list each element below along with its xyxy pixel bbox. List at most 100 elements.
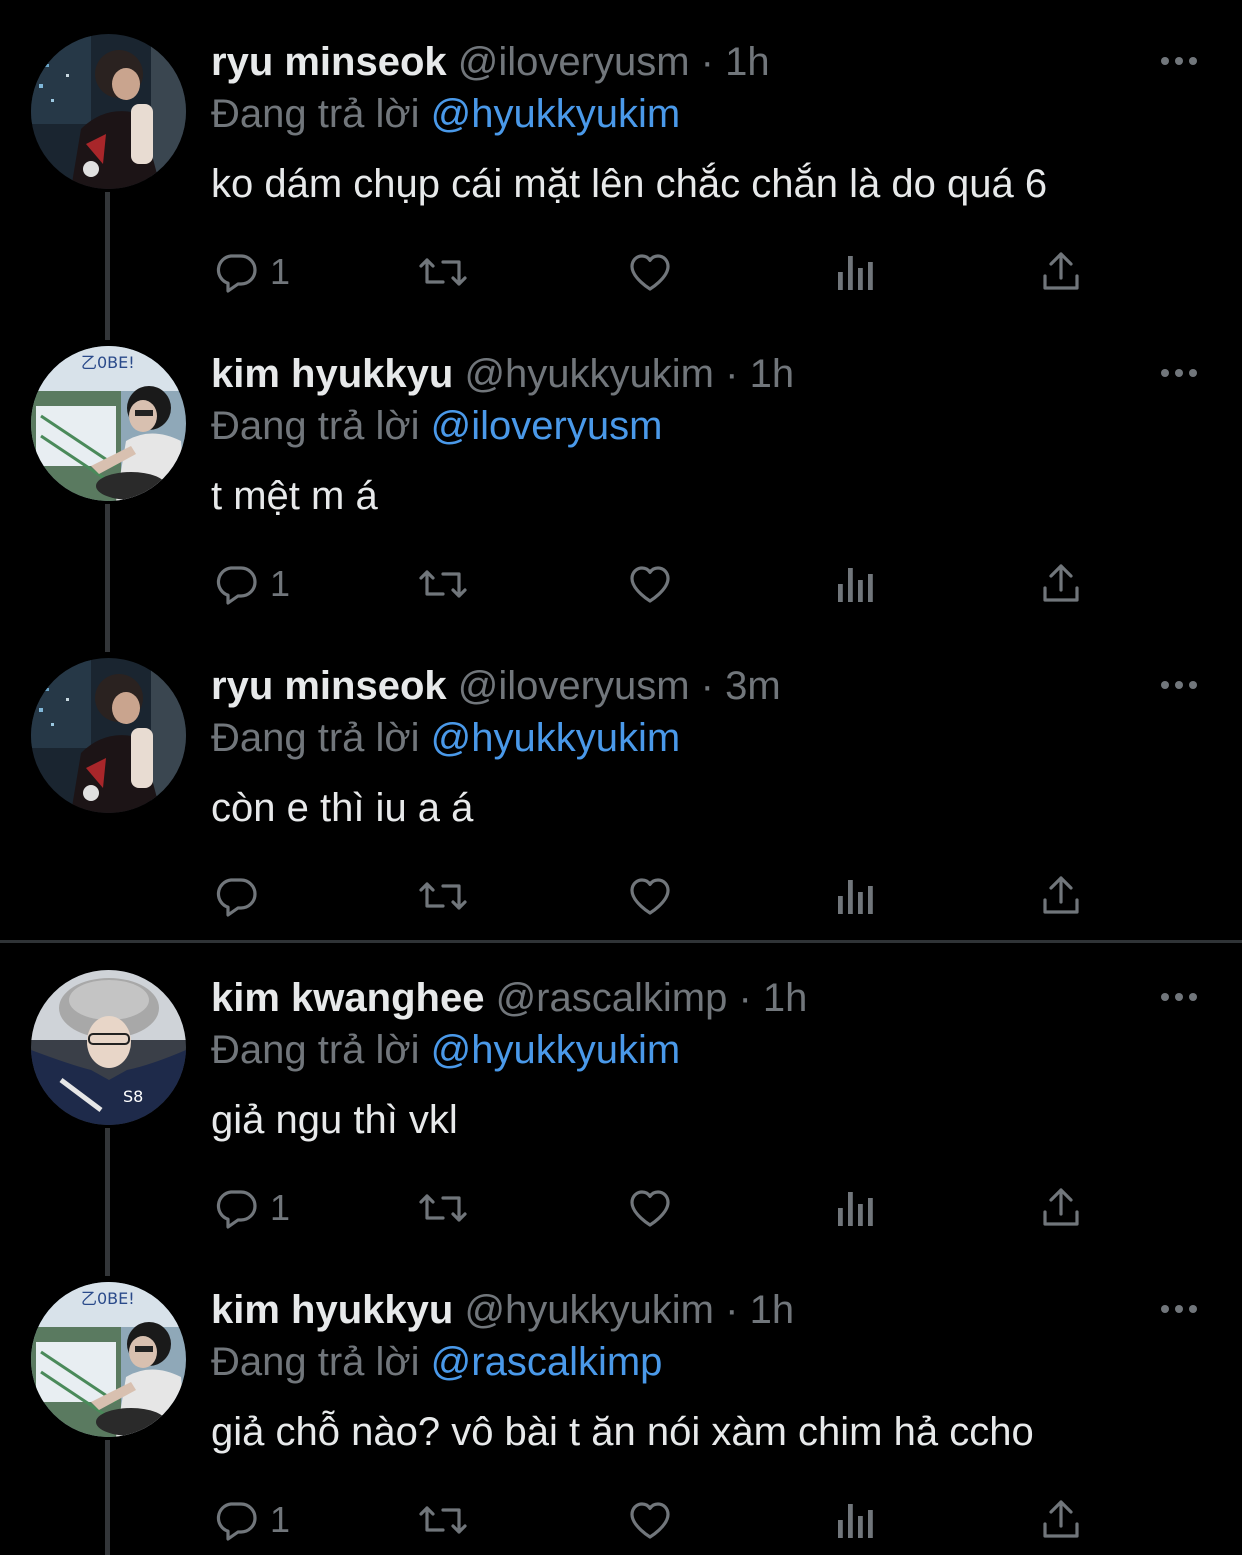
display-name[interactable]: kim hyukkyu [211, 352, 453, 396]
reply-button[interactable]: 1 [212, 244, 290, 300]
user-handle[interactable]: @hyukkyukim [464, 352, 714, 396]
reply-button[interactable] [212, 868, 270, 924]
reply-button[interactable]: 1 [212, 1180, 290, 1236]
replying-to: Đang trả lời @iloveryusm [211, 402, 662, 450]
views-bars-icon [834, 1184, 878, 1232]
timestamp[interactable]: 1h [725, 40, 770, 84]
tweet-text: giả chỗ nào? vô bài t ăn nói xàm chim hả… [211, 1410, 1034, 1454]
share-button[interactable] [1037, 244, 1085, 300]
replying-prefix: Đang trả lời [211, 92, 420, 136]
heart-icon [626, 1184, 674, 1232]
retweet-button[interactable] [415, 868, 471, 924]
share-button[interactable] [1037, 556, 1085, 612]
views-bars-icon [834, 872, 878, 920]
tweet[interactable]: 乙0BE! kim hyukkyu @hyukkyukim · 1h Đang … [0, 1248, 1242, 1555]
views-bars-icon [834, 1496, 878, 1544]
replying-prefix: Đang trả lời [211, 716, 420, 760]
retweet-button[interactable] [415, 244, 471, 300]
tweet[interactable]: ryu minseok @iloveryusm · 3m Đang trả lờ… [0, 624, 1242, 936]
like-button[interactable] [626, 868, 674, 924]
reply-button[interactable]: 1 [212, 556, 290, 612]
share-button[interactable] [1037, 1180, 1085, 1236]
views-button[interactable] [834, 556, 878, 612]
share-icon [1037, 248, 1085, 296]
replying-prefix: Đang trả lời [211, 1340, 420, 1384]
like-button[interactable] [626, 1492, 674, 1548]
heart-icon [626, 872, 674, 920]
conversation-thread: ryu minseok @iloveryusm · 1h Đang trả lờ… [0, 0, 1242, 1555]
mention-link[interactable]: @rascalkimp [431, 1340, 663, 1384]
mention-link[interactable]: @hyukkyukim [431, 1028, 681, 1072]
like-button[interactable] [626, 244, 674, 300]
mention-link[interactable]: @iloveryusm [431, 404, 663, 448]
tweet[interactable]: S8 kim kwanghee @rascalkimp · 1h Đang tr… [0, 936, 1242, 1248]
reply-bubble-icon [212, 872, 260, 920]
retweet-icon [415, 1496, 471, 1544]
more-dots-icon[interactable] [1156, 360, 1202, 386]
user-handle[interactable]: @rascalkimp [496, 976, 728, 1020]
replying-to: Đang trả lời @rascalkimp [211, 1338, 662, 1386]
share-button[interactable] [1037, 868, 1085, 924]
display-name[interactable]: ryu minseok [211, 40, 447, 84]
mention-link[interactable]: @hyukkyukim [431, 92, 681, 136]
separator-dot: · [700, 40, 714, 84]
timestamp[interactable]: 3m [725, 664, 781, 708]
heart-icon [626, 1496, 674, 1544]
retweet-icon [415, 248, 471, 296]
separator-dot: · [725, 352, 739, 396]
reply-bubble-icon [212, 560, 260, 608]
tweet[interactable]: 乙0BE! kim hyukkyu @hyukkyukim · 1h Đang … [0, 312, 1242, 624]
timestamp[interactable]: 1h [750, 1288, 795, 1332]
like-button[interactable] [626, 556, 674, 612]
views-button[interactable] [834, 1492, 878, 1548]
heart-icon [626, 248, 674, 296]
more-dots-icon[interactable] [1156, 1296, 1202, 1322]
mention-link[interactable]: @hyukkyukim [431, 716, 681, 760]
reply-count: 1 [270, 1499, 291, 1540]
avatar-kwanghee[interactable]: S8 [31, 970, 186, 1125]
avatar-kim[interactable]: 乙0BE! [31, 1282, 186, 1437]
views-button[interactable] [834, 244, 878, 300]
svg-text:乙0BE!: 乙0BE! [81, 1289, 135, 1308]
avatar-ryu[interactable] [31, 658, 186, 813]
user-handle[interactable]: @hyukkyukim [464, 1288, 714, 1332]
retweet-button[interactable] [415, 1492, 471, 1548]
action-bar: 1 [0, 244, 1242, 304]
more-dots-icon[interactable] [1156, 48, 1202, 74]
tweet-text: còn e thì iu a á [211, 786, 474, 830]
tweet-header: ryu minseok @iloveryusm · 3m [211, 662, 781, 710]
reply-bubble-icon [212, 1184, 260, 1232]
views-bars-icon [834, 560, 878, 608]
share-icon [1037, 872, 1085, 920]
like-button[interactable] [626, 1180, 674, 1236]
tweet-header: kim hyukkyu @hyukkyukim · 1h [211, 350, 794, 398]
svg-text:S8: S8 [123, 1087, 143, 1106]
reply-button[interactable]: 1 [212, 1492, 290, 1548]
views-button[interactable] [834, 868, 878, 924]
views-button[interactable] [834, 1180, 878, 1236]
tweet-text: ko dám chụp cái mặt lên chắc chắn là do … [211, 162, 1048, 206]
separator-dot: · [738, 976, 752, 1020]
reply-count: 1 [270, 251, 291, 292]
avatar-kim[interactable]: 乙0BE! [31, 346, 186, 501]
avatar-ryu[interactable] [31, 34, 186, 189]
share-button[interactable] [1037, 1492, 1085, 1548]
retweet-button[interactable] [415, 1180, 471, 1236]
separator-dot: · [700, 664, 714, 708]
display-name[interactable]: ryu minseok [211, 664, 447, 708]
display-name[interactable]: kim hyukkyu [211, 1288, 453, 1332]
share-icon [1037, 1184, 1085, 1232]
replying-prefix: Đang trả lời [211, 404, 420, 448]
retweet-button[interactable] [415, 556, 471, 612]
tweet-header: kim hyukkyu @hyukkyukim · 1h [211, 1286, 794, 1334]
timestamp[interactable]: 1h [763, 976, 808, 1020]
user-handle[interactable]: @iloveryusm [458, 40, 690, 84]
replying-to: Đang trả lời @hyukkyukim [211, 1026, 680, 1074]
user-handle[interactable]: @iloveryusm [458, 664, 690, 708]
timestamp[interactable]: 1h [750, 352, 795, 396]
more-dots-icon[interactable] [1156, 672, 1202, 698]
display-name[interactable]: kim kwanghee [211, 976, 484, 1020]
more-dots-icon[interactable] [1156, 984, 1202, 1010]
tweet[interactable]: ryu minseok @iloveryusm · 1h Đang trả lờ… [0, 0, 1242, 312]
replying-to: Đang trả lời @hyukkyukim [211, 714, 680, 762]
